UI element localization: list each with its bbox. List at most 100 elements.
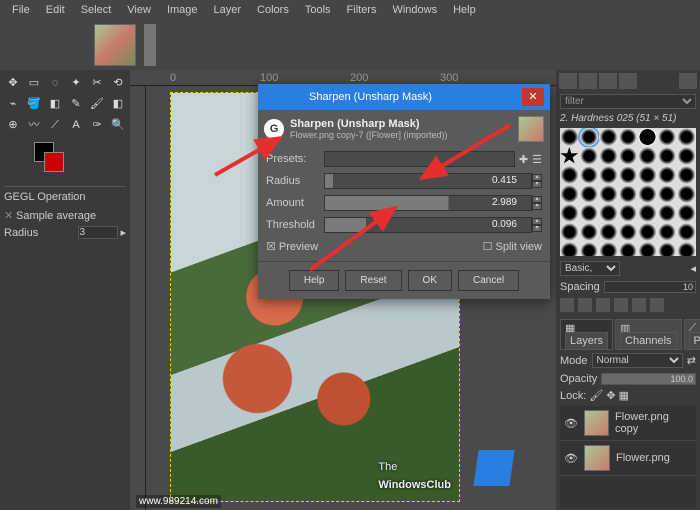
clone-tool-icon[interactable]: ⊕ [4,116,22,134]
amount-spin[interactable]: ▴▾ [532,196,542,210]
move-tool-icon[interactable]: ✥ [4,74,22,92]
brush-action-icon[interactable] [632,298,646,312]
dock-tab-icon[interactable] [599,73,617,89]
preset-menu-icon[interactable]: ☰ [532,153,542,166]
image-tab-extra[interactable] [144,24,156,66]
tab-channels[interactable]: ▥ Channels [615,319,681,350]
help-button[interactable]: Help [289,270,340,291]
layer-item[interactable]: 👁 Flower.png copy [560,406,696,441]
cancel-button[interactable]: Cancel [458,270,519,291]
tab-layers[interactable]: ▦ Layers [560,319,613,350]
brush-action-icon[interactable] [614,298,628,312]
menu-image[interactable]: Image [161,2,204,18]
radius-input[interactable] [78,226,118,239]
free-select-icon[interactable]: ◌ [46,74,64,92]
brush-star-icon[interactable] [560,147,579,165]
windows-logo-icon [473,450,514,486]
dock-tab-icon[interactable] [619,73,637,89]
brush-action-icon[interactable] [560,298,574,312]
dock-menu-icon[interactable]: ◂ [690,262,696,275]
menu-layer[interactable]: Layer [208,2,248,18]
pencil-tool-icon[interactable]: ✎ [67,95,85,113]
lock-alpha-icon[interactable]: ▦ [616,389,629,402]
dialog-titlebar[interactable]: Sharpen (Unsharp Mask) ✕ [258,84,550,110]
brush-category-select[interactable]: Basic, [560,261,620,276]
brush-filter-input[interactable]: filter [560,94,696,109]
menu-select[interactable]: Select [75,2,118,18]
brush-tool-icon[interactable]: 🖌 [88,95,106,113]
amount-slider[interactable]: 2.989 [324,195,532,211]
ruler-vertical [130,86,146,510]
gegl-op-label: Sample average [16,210,96,222]
preset-add-icon[interactable]: ✚ [515,153,532,166]
dock-menu-icon[interactable] [679,73,697,89]
rect-select-icon[interactable]: ▭ [25,74,43,92]
layer-thumb [584,410,609,436]
visibility-toggle-icon[interactable]: 👁 [564,417,578,430]
text-tool-icon[interactable]: A [67,116,85,134]
mode-toggle-icon[interactable]: ⇄ [687,354,696,367]
lock-pixels-icon[interactable]: 🖌 [586,389,606,402]
menu-windows[interactable]: Windows [386,2,443,18]
transform-tool-icon[interactable]: ⟲ [109,74,127,92]
tool-options-panel: GEGL Operation ✕ Sample average Radius ▸ [4,186,126,241]
tool-options-title: GEGL Operation [4,191,126,203]
reset-button[interactable]: Reset [345,270,401,291]
path-tool-icon[interactable]: ⟋ [46,116,64,134]
radius-label: Radius [266,175,324,187]
radius-slider[interactable]: 0.415 [324,173,532,189]
mode-label: Mode [560,355,588,367]
dialog-title: Sharpen (Unsharp Mask) [309,91,432,103]
menu-view[interactable]: View [121,2,157,18]
menu-tools[interactable]: Tools [299,2,337,18]
split-view-checkbox[interactable]: ☐ Split view [483,240,542,253]
bucket-fill-icon[interactable]: 🪣 [25,95,43,113]
zoom-tool-icon[interactable]: 🔍 [109,116,127,134]
brush-grid[interactable] [560,128,696,256]
image-tab-row [0,20,700,70]
lock-position-icon[interactable]: ✥ [606,389,615,402]
eraser-tool-icon[interactable]: ◧ [109,95,127,113]
warp-tool-icon[interactable]: ⌁ [4,95,22,113]
spacing-slider[interactable]: 10 [604,281,696,293]
fg-bg-color-swatch[interactable] [34,142,74,172]
menu-colors[interactable]: Colors [251,2,295,18]
blend-mode-select[interactable]: Normal [592,353,683,368]
presets-select[interactable] [324,151,515,167]
ok-button[interactable]: OK [408,270,452,291]
gradient-tool-icon[interactable]: ◧ [46,95,64,113]
image-tab-thumb[interactable] [94,24,136,66]
source-url: www.989214.com [136,495,221,508]
opacity-slider[interactable]: 100.0 [601,373,696,385]
layer-item[interactable]: 👁 Flower.png [560,441,696,476]
opacity-label: Opacity [560,373,597,385]
fuzzy-select-icon[interactable]: ✦ [67,74,85,92]
menu-filters[interactable]: Filters [341,2,383,18]
menu-edit[interactable]: Edit [40,2,71,18]
brush-selected[interactable] [580,128,599,146]
threshold-label: Threshold [266,219,324,231]
smudge-tool-icon[interactable]: 〰 [25,116,43,134]
tab-paths[interactable]: ⟋ Paths [684,319,700,350]
dock-tab-icon[interactable] [579,73,597,89]
preview-checkbox[interactable]: ☒ Preview [266,240,318,253]
radius-spin[interactable]: ▴▾ [532,174,542,188]
brush-title: 2. Hardness 025 (51 × 51) [556,111,700,126]
threshold-slider[interactable]: 0.096 [324,217,532,233]
layers-tab-strip: ▦ Layers ▥ Channels ⟋ Paths [556,315,700,350]
menu-file[interactable]: File [6,2,36,18]
close-icon[interactable]: ✕ [522,88,544,106]
brush-action-icon[interactable] [650,298,664,312]
bg-color[interactable] [44,152,64,172]
crop-tool-icon[interactable]: ✂ [88,74,106,92]
dock-tab-icon[interactable] [559,73,577,89]
brush-action-icon[interactable] [578,298,592,312]
color-picker-icon[interactable]: ✑ [88,116,106,134]
brush-action-icon[interactable] [596,298,610,312]
layer-thumb [584,445,610,471]
menu-help[interactable]: Help [447,2,482,18]
visibility-toggle-icon[interactable]: 👁 [564,452,578,465]
threshold-spin[interactable]: ▴▾ [532,218,542,232]
dialog-heading: Sharpen (Unsharp Mask) [290,118,448,130]
sharpen-dialog: Sharpen (Unsharp Mask) ✕ G Sharpen (Unsh… [258,84,550,299]
